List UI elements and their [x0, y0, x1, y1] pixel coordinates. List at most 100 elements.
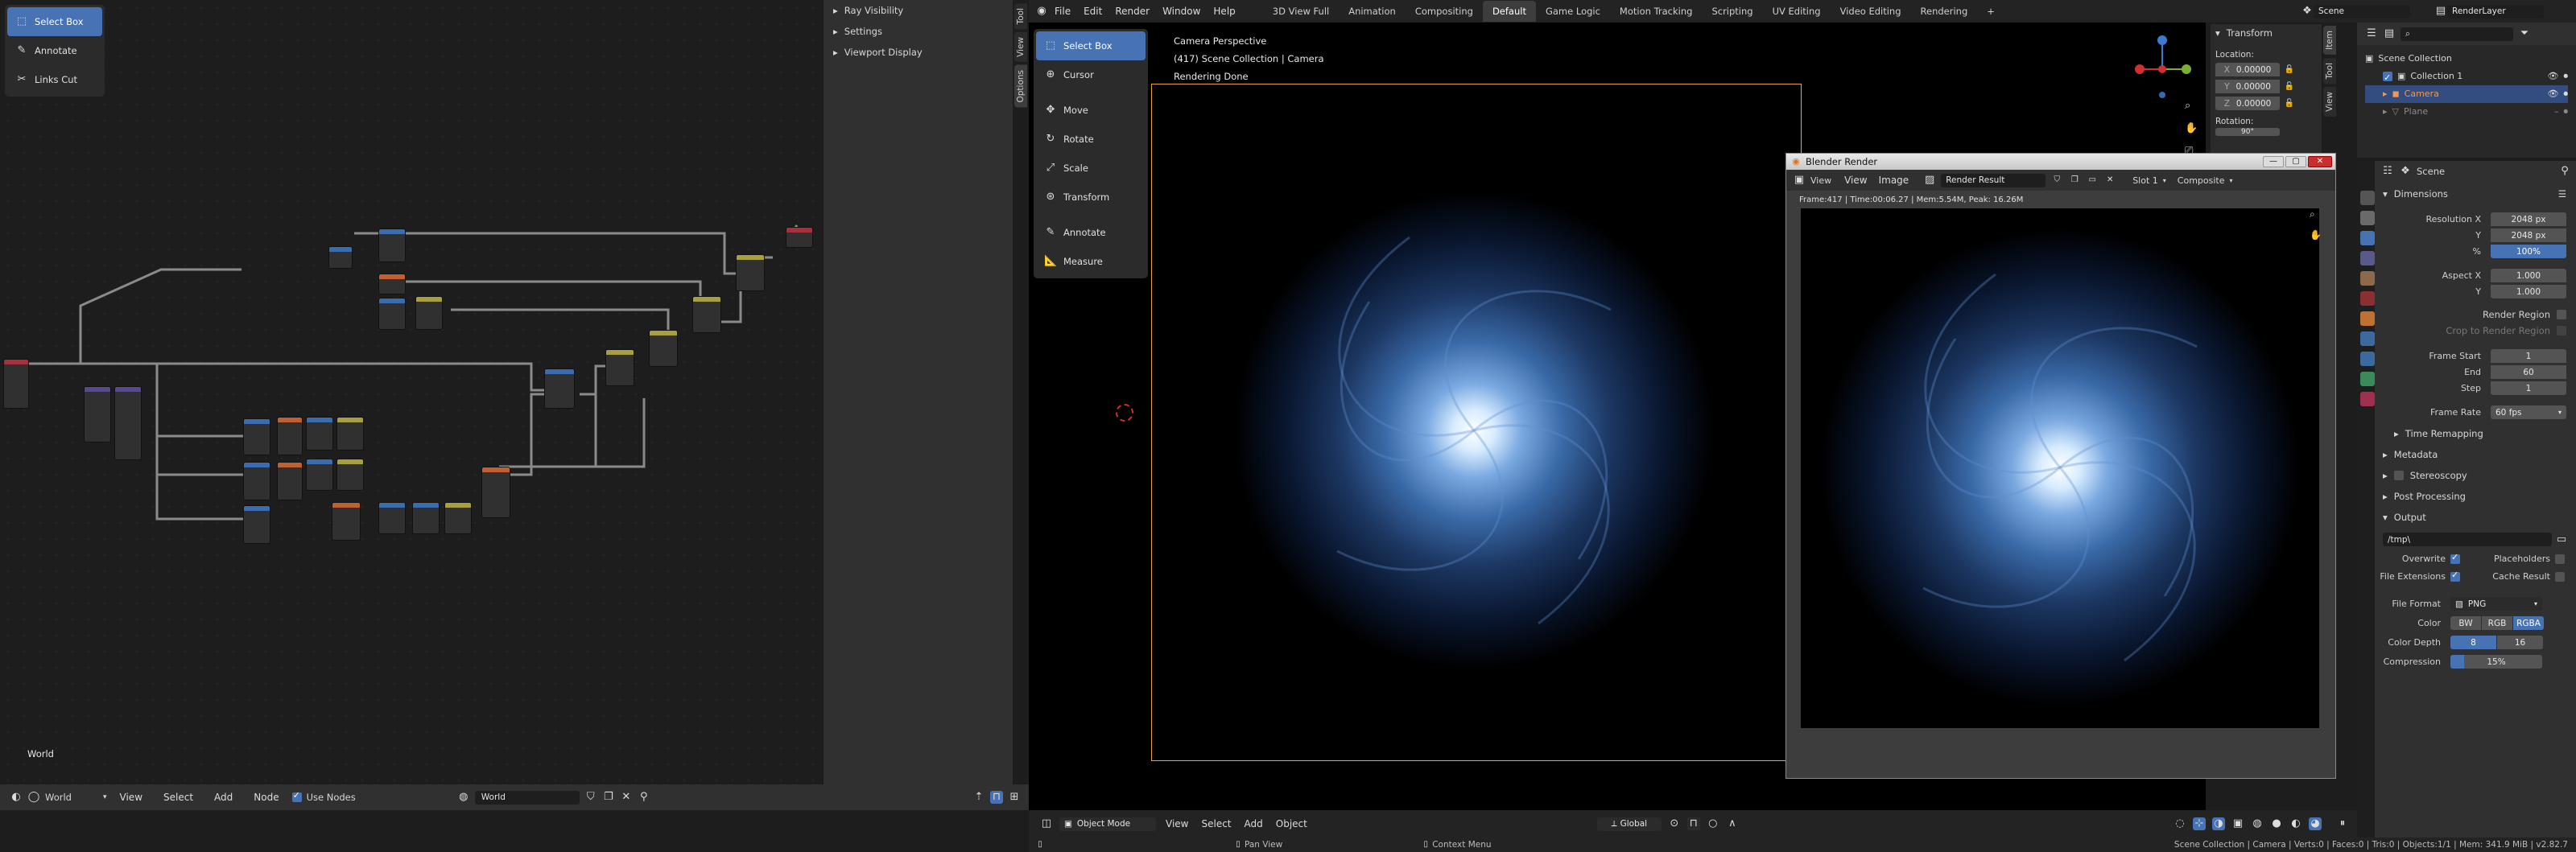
proportional-icon[interactable]: ○	[1707, 817, 1719, 830]
color-rgba-button[interactable]: RGBA	[2513, 616, 2544, 630]
tab-compositing[interactable]: Compositing	[1406, 1, 1483, 22]
cache-result-checkbox[interactable]	[2555, 571, 2565, 582]
node-a2[interactable]	[378, 228, 406, 262]
snap-icon[interactable]: ⊓	[1686, 817, 1700, 830]
close-icon[interactable]: ✕	[620, 791, 633, 804]
close-icon[interactable]: ✕	[2103, 174, 2116, 187]
dimensions-header[interactable]: ▾ Dimensions ☰	[2378, 185, 2573, 203]
frame-end-field[interactable]: 60	[2491, 365, 2566, 379]
node-c4[interactable]	[336, 417, 364, 451]
snap-icon[interactable]: ⇡	[972, 791, 985, 804]
render-window-titlebar[interactable]: ◉ Blender Render — ▢ ✕	[1786, 154, 2335, 170]
presets-icon[interactable]: ☰	[2558, 188, 2566, 200]
depth-16-button[interactable]: 16	[2497, 636, 2543, 649]
tab-video-editing[interactable]: Video Editing	[1831, 1, 1911, 22]
node-b3[interactable]	[649, 330, 678, 367]
include-checkbox[interactable]	[2383, 69, 2392, 87]
maximize-button[interactable]: ▢	[2285, 156, 2306, 167]
shield-icon[interactable]: ⛉	[584, 791, 597, 804]
menu-view[interactable]: View	[1162, 818, 1191, 829]
render-result-datablock[interactable]: Render Result	[1941, 173, 2046, 187]
render-region-checkbox[interactable]	[2557, 310, 2566, 319]
menu-image[interactable]: Image	[1876, 175, 1913, 186]
minimize-button[interactable]: —	[2263, 156, 2284, 167]
scene-selector[interactable]: Scene	[2314, 4, 2410, 19]
resolution-y-field[interactable]: 2048 px	[2491, 228, 2566, 242]
eye-icon[interactable]: 👁	[2548, 68, 2559, 85]
node-b6[interactable]	[786, 227, 813, 248]
close-button[interactable]: ✕	[2308, 156, 2332, 167]
magnet-icon[interactable]: ⊓	[990, 791, 1003, 804]
node-b4[interactable]	[692, 296, 721, 333]
eye-icon[interactable]: 👁	[2548, 85, 2559, 103]
tool-select-box[interactable]: ⬚ Select Box	[7, 7, 102, 36]
tab-tool[interactable]: Tool	[1014, 3, 1027, 30]
menu-add[interactable]: Add	[206, 792, 241, 803]
filter-icon[interactable]: ⏷	[2518, 27, 2531, 40]
gizmo-icon[interactable]: ⊹	[2193, 817, 2206, 830]
physics-tab-icon[interactable]	[2360, 331, 2375, 346]
tab-view[interactable]: View	[1014, 32, 1027, 63]
menu-view[interactable]: View	[112, 792, 151, 803]
node-a1[interactable]	[328, 246, 353, 269]
tab-options[interactable]: Options	[1014, 65, 1027, 108]
data-tab-icon[interactable]	[2360, 372, 2375, 386]
editor-type-icon[interactable]: ◐	[10, 791, 23, 804]
constraints-tab-icon[interactable]	[2360, 352, 2375, 366]
depth-8-button[interactable]: 8	[2450, 636, 2496, 649]
node-b2[interactable]	[605, 349, 634, 386]
pass-select[interactable]: Composite	[2178, 175, 2225, 186]
node-c3[interactable]	[306, 417, 333, 451]
properties-editor-icon[interactable]: ☷	[2381, 165, 2394, 178]
tool-move[interactable]: ✥ Move	[1036, 96, 1146, 125]
pan-hand-icon[interactable]: ✋	[2185, 122, 2198, 134]
visibility-icon[interactable]: ◌	[2174, 817, 2186, 830]
menu-file[interactable]: File	[1048, 6, 1077, 17]
compression-slider[interactable]: 15%	[2450, 655, 2542, 669]
render-window[interactable]: ◉ Blender Render — ▢ ✕ ▣ View View Image…	[1785, 153, 2336, 779]
node-c10[interactable]	[332, 502, 361, 541]
folder-icon[interactable]: ▭	[2086, 174, 2099, 187]
object-mode-select[interactable]: ▣ Object Mode	[1059, 817, 1156, 831]
crop-region-checkbox[interactable]	[2557, 326, 2566, 335]
rotation-x-field[interactable]: 90°	[2215, 128, 2280, 136]
node-b5[interactable]	[736, 254, 765, 291]
wireframe-shading-icon[interactable]: ◍	[2251, 817, 2264, 830]
frame-step-field[interactable]: 1	[2491, 381, 2566, 395]
tool-select-box[interactable]: ⬚ Select Box	[1036, 31, 1146, 60]
blender-logo-icon[interactable]: ◉	[1035, 5, 1048, 18]
menu-object[interactable]: Object	[1273, 818, 1311, 829]
world-datablock[interactable]: World	[474, 790, 580, 805]
resolution-percent-field[interactable]: 100%	[2491, 245, 2566, 258]
view-layer-selector[interactable]: RenderLayer	[2447, 4, 2544, 19]
shield-icon[interactable]: ⛉	[2050, 174, 2063, 187]
menu-view[interactable]: View	[1841, 175, 1870, 186]
pan-hand-icon[interactable]: ✋	[2310, 229, 2322, 241]
camera-restrict-icon[interactable]: ⏺	[2564, 68, 2569, 85]
metadata-header[interactable]: ▸ Metadata	[2383, 449, 2438, 460]
tool-links-cut[interactable]: ✂ Links Cut	[7, 65, 102, 94]
eye-hidden-icon[interactable]: –	[2554, 103, 2559, 121]
post-processing-header[interactable]: ▸ Post Processing	[2383, 491, 2466, 502]
tab-tool[interactable]: Tool	[2323, 57, 2336, 84]
section-settings[interactable]: ▸ Settings	[833, 26, 882, 37]
section-viewport-display[interactable]: ▸ Viewport Display	[833, 47, 923, 58]
color-bw-button[interactable]: BW	[2450, 616, 2481, 630]
tool-transform[interactable]: ⊛ Transform	[1036, 183, 1146, 212]
outliner-icon[interactable]: ☰	[2365, 27, 2378, 40]
tab-uv-editing[interactable]: UV Editing	[1763, 1, 1831, 22]
image-browse-icon[interactable]: ▨	[1923, 174, 1936, 187]
slot-select[interactable]: Slot 1	[2132, 175, 2158, 186]
node-a5[interactable]	[415, 296, 443, 330]
tool-tab-icon[interactable]	[2360, 191, 2375, 205]
node-a3[interactable]	[378, 274, 406, 294]
zoom-icon[interactable]: ⌕	[2310, 208, 2315, 220]
node-mix[interactable]	[481, 467, 510, 518]
outliner-root[interactable]: ▣ Scene Collection	[2365, 50, 2568, 68]
aspect-x-field[interactable]: 1.000	[2491, 269, 2566, 282]
color-rgb-button[interactable]: RGB	[2482, 616, 2512, 630]
node-output[interactable]	[3, 359, 29, 409]
falloff-icon[interactable]: ∧	[1726, 817, 1739, 830]
menu-select[interactable]: Select	[155, 792, 201, 803]
stereoscopy-checkbox[interactable]	[2393, 471, 2404, 480]
